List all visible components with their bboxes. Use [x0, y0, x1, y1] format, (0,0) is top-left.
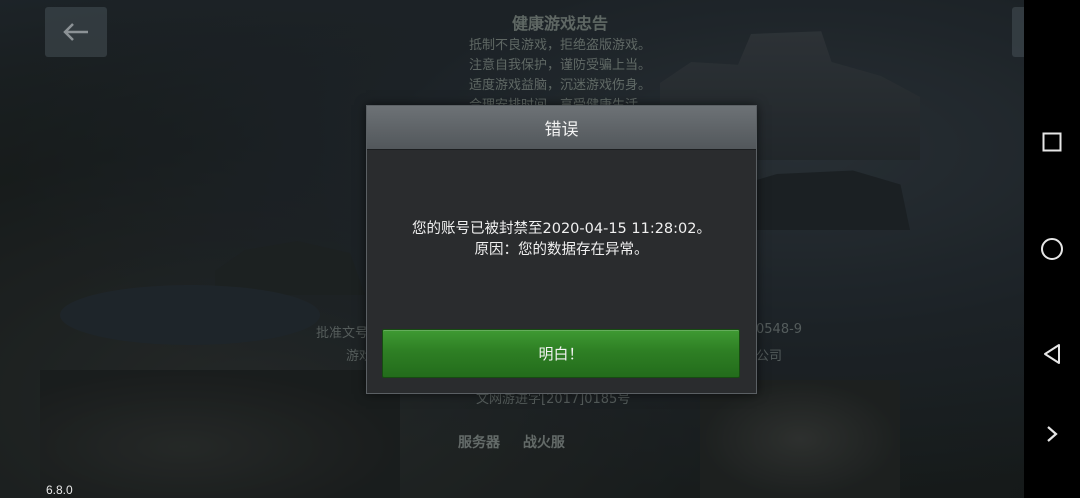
android-nav-bar: [1024, 0, 1080, 498]
notice-line: 适度游戏益脑，沉迷游戏伤身。: [468, 78, 651, 93]
error-dialog: 错误 您的账号已被封禁至2020-04-15 11:28:02。 原因：您的数据…: [366, 105, 757, 394]
approval-text-right: 0548-9: [756, 322, 803, 337]
notice-line: 抵制不良游戏，拒绝盗版游戏。: [468, 38, 651, 53]
home-circle-icon: [1041, 238, 1063, 260]
expand-button[interactable]: [1038, 420, 1066, 448]
ban-message: 您的账号已被封禁至2020-04-15 11:28:02。: [412, 221, 711, 237]
health-notice: 健康游戏忠告 抵制不良游戏，拒绝盗版游戏。 注意自我保护，谨防受骗上当。 适度游…: [440, 14, 680, 116]
dialog-title: 错误: [544, 120, 579, 140]
ok-button[interactable]: 明白！: [382, 329, 740, 378]
notice-line: 注意自我保护，谨防受骗上当。: [468, 58, 651, 73]
version-label: 6.8.0: [46, 483, 73, 497]
recents-square-icon: [1042, 132, 1062, 152]
server-value: 战火服: [522, 435, 565, 451]
server-label: 服务器: [458, 435, 500, 451]
top-right-menu-button[interactable]: [1012, 7, 1024, 57]
back-triangle-icon: [1044, 344, 1060, 364]
approval-text-left: 批准文号: [316, 326, 369, 341]
publisher-text-right: 公司: [756, 349, 783, 364]
notice-title: 健康游戏忠告: [511, 14, 608, 33]
server-selector[interactable]: 服务器 战火服: [458, 432, 583, 452]
ok-button-label: 明白！: [538, 345, 584, 363]
nav-back-button[interactable]: [1038, 340, 1066, 368]
expand-chevron-icon: [1047, 426, 1058, 442]
back-button[interactable]: [45, 7, 107, 57]
ban-reason: 原因：您的数据存在异常。: [474, 242, 649, 258]
recents-button[interactable]: [1038, 128, 1066, 156]
dialog-message: 您的账号已被封禁至2020-04-15 11:28:02。 原因：您的数据存在异…: [367, 150, 756, 330]
home-button[interactable]: [1038, 235, 1066, 263]
dialog-header: 错误: [367, 106, 756, 150]
arrow-left-icon: [63, 23, 88, 41]
